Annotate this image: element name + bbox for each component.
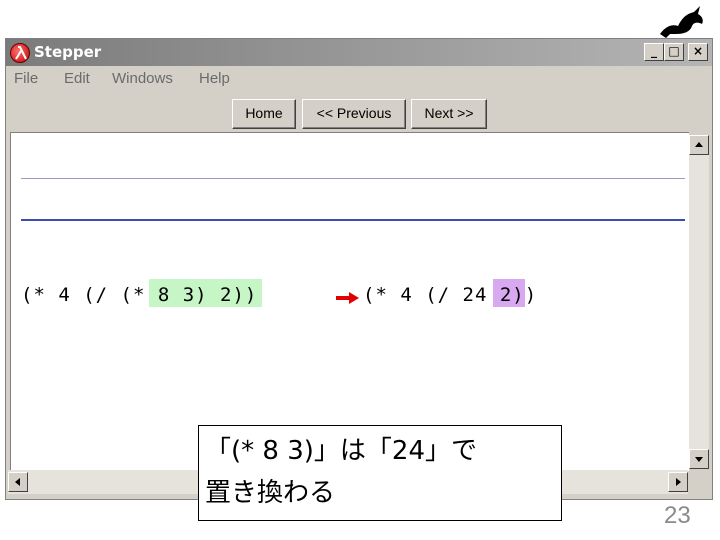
scroll-down-button[interactable] <box>689 449 709 469</box>
scroll-right-button[interactable] <box>668 472 688 492</box>
lambda-app-icon <box>10 43 30 63</box>
menu-file[interactable]: File <box>14 70 38 87</box>
previous-button[interactable]: << Previous <box>302 99 406 129</box>
expression-after: (* 4 (/ 24 2)) <box>363 284 538 306</box>
divider-bottom <box>21 219 685 221</box>
menu-help[interactable]: Help <box>199 70 230 87</box>
caption-box: 「(* 8 3)」は「24」で 置き換わる <box>198 425 562 521</box>
next-button[interactable]: Next >> <box>411 99 487 129</box>
divider-top <box>21 178 685 179</box>
slide-number: 23 <box>664 502 691 529</box>
maximize-button[interactable]: □ <box>664 43 684 61</box>
menu-windows[interactable]: Windows <box>112 70 173 87</box>
home-button[interactable]: Home <box>232 99 296 129</box>
expression-before: (* 4 (/ (* 8 3) 2)) <box>21 284 258 306</box>
scroll-left-button[interactable] <box>8 472 28 492</box>
stepper-content: (* 4 (/ (* 8 3) 2)) (* 4 (/ 24 2)) <box>10 132 689 471</box>
caption-line-2: 置き換わる <box>205 478 336 508</box>
vertical-scrollbar[interactable] <box>689 135 709 469</box>
dragon-logo-icon <box>660 6 703 38</box>
menu-bar: File Edit Windows Help <box>6 67 712 91</box>
title-bar: Stepper _ □ × <box>6 39 712 66</box>
window-title: Stepper <box>34 43 102 61</box>
menu-edit[interactable]: Edit <box>64 70 90 87</box>
scroll-up-button[interactable] <box>689 135 709 155</box>
caption-line-1: 「(* 8 3)」は「24」で <box>205 436 477 466</box>
minimize-button[interactable]: _ <box>644 43 664 61</box>
close-button[interactable]: × <box>688 43 708 61</box>
step-arrow-icon <box>336 292 359 304</box>
